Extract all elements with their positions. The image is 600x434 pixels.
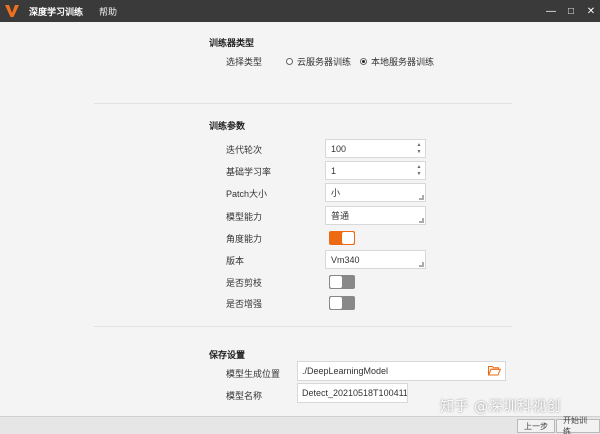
radio-local-dot: [360, 58, 367, 65]
start-training-button[interactable]: 开始训练: [556, 416, 600, 434]
trainer-type-title: 训练器类型: [209, 38, 255, 48]
app-title: 深度学习训练: [29, 6, 84, 17]
model-path-label: 模型生成位置: [226, 369, 281, 379]
divider: [94, 326, 512, 327]
iterations-spinbox[interactable]: 100 ▲ ▼: [325, 139, 426, 158]
minimize-button[interactable]: —: [542, 0, 560, 22]
title-bar: 深度学习训练 帮助 — □ ✕: [0, 0, 600, 22]
resize-grip-icon: [419, 195, 424, 200]
version-value: Vm340: [331, 254, 360, 265]
learning-rate-value: 1: [331, 165, 337, 176]
patch-size-value: 小: [331, 188, 341, 198]
toggle-knob: [330, 276, 342, 288]
prune-toggle[interactable]: [329, 275, 355, 289]
radio-local-server[interactable]: 本地服务器训练: [360, 55, 434, 68]
iterations-label: 迭代轮次: [226, 145, 263, 155]
learning-rate-spinbox[interactable]: 1 ▲ ▼: [325, 161, 426, 180]
folder-open-icon[interactable]: [487, 365, 502, 376]
bottom-bar: 上一步 开始训练: [0, 416, 600, 434]
spin-arrows-icon[interactable]: ▲ ▼: [416, 164, 422, 177]
model-path-value: ./DeepLearningModel: [302, 366, 389, 376]
iterations-value: 100: [331, 143, 347, 154]
close-button[interactable]: ✕: [582, 0, 600, 22]
version-label: 版本: [226, 256, 245, 266]
window-controls: — □ ✕: [540, 0, 600, 22]
train-params-title: 训练参数: [209, 121, 246, 131]
model-name-field[interactable]: Detect_20210518T100411: [297, 383, 408, 403]
model-name-label: 模型名称: [226, 391, 263, 401]
model-capacity-label: 模型能力: [226, 212, 263, 222]
spin-arrows-icon[interactable]: ▲ ▼: [416, 142, 422, 155]
radio-local-label: 本地服务器训练: [371, 57, 435, 67]
prev-step-button[interactable]: 上一步: [517, 419, 555, 433]
select-type-label: 选择类型: [226, 57, 263, 67]
patch-size-label: Patch大小: [226, 189, 268, 199]
maximize-button[interactable]: □: [562, 0, 580, 22]
radio-cloud-server[interactable]: 云服务器训练: [286, 55, 351, 68]
model-capacity-field[interactable]: 普通: [325, 206, 426, 225]
angle-capability-label: 角度能力: [226, 234, 263, 244]
radio-cloud-dot: [286, 58, 293, 65]
radio-cloud-label: 云服务器训练: [297, 57, 352, 67]
prune-label: 是否剪枝: [226, 278, 263, 288]
app-logo-icon: [3, 2, 21, 20]
model-name-value: Detect_20210518T100411: [302, 388, 408, 398]
watermark-text: 知乎 @深圳科视创: [440, 399, 561, 415]
resize-grip-icon: [419, 218, 424, 223]
toggle-knob: [342, 232, 354, 244]
augment-label: 是否增强: [226, 299, 263, 309]
help-menu[interactable]: 帮助: [99, 5, 117, 18]
patch-size-field[interactable]: 小: [325, 183, 426, 202]
augment-toggle[interactable]: [329, 296, 355, 310]
resize-grip-icon: [419, 262, 424, 267]
angle-capability-toggle[interactable]: [329, 231, 355, 245]
version-field[interactable]: Vm340: [325, 250, 426, 269]
main-content: 训练器类型 选择类型 云服务器训练 本地服务器训练 训练参数 迭代轮次 100 …: [0, 22, 600, 416]
divider: [94, 103, 512, 104]
learning-rate-label: 基础学习率: [226, 167, 272, 177]
save-settings-title: 保存设置: [209, 350, 246, 360]
model-capacity-value: 普通: [331, 211, 350, 221]
model-path-field[interactable]: ./DeepLearningModel: [297, 361, 506, 381]
toggle-knob: [330, 297, 342, 309]
